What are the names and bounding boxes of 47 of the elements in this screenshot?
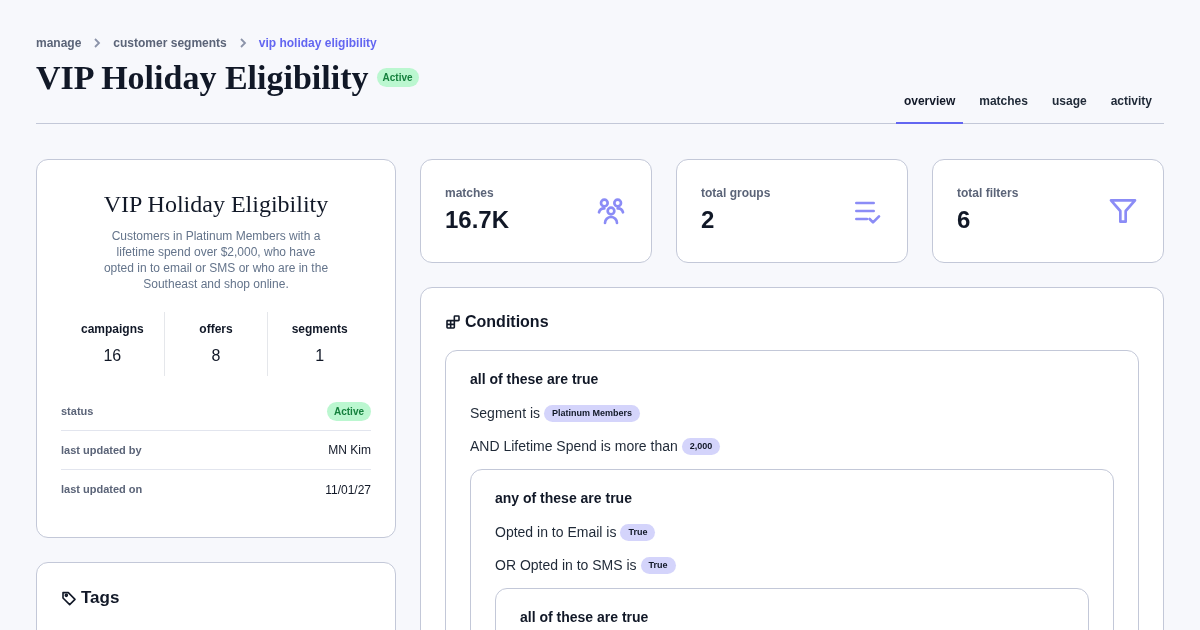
count-value: 8 [211,346,221,366]
detail-label: status [61,403,94,419]
chevron-icon [93,38,102,48]
stat-value: 6 [957,205,972,235]
card-title: VIP Holiday Eligibility [102,190,330,219]
status-badge: Active [327,401,371,421]
condition-text: AND Lifetime Spend is more than [470,437,678,456]
breadcrumb-link[interactable]: vip holiday eligibility [258,34,377,52]
description: Customers in Platinum Members with a lifetime spend over $2,000, who have opted in to email or SMS or who are in the Southeast and shop online. [102,228,330,292]
stat-label: total filters [957,185,1019,202]
breadcrumb-link[interactable]: customer segments [113,34,227,52]
page-title: VIP Holiday Eligibility [36,58,369,98]
chevron-icon [238,38,247,48]
section-title: Tags [81,587,120,609]
count-label: offers [199,321,233,338]
condition-text: OR Opted in to SMS is [495,556,637,575]
tab[interactable]: matches [971,92,1036,124]
detail-label: last updated on [61,482,143,498]
stat-value: 16.7K [445,205,510,235]
section-title: Conditions [465,312,549,332]
count-value: 1 [315,346,325,366]
tab[interactable]: activity [1102,92,1160,124]
detail-value: 11/01/27 [325,481,371,499]
value-badge: True [620,523,656,542]
stat-value: 2 [701,205,716,235]
group-heading: all of these are true [470,371,600,387]
count-value: 16 [103,346,122,366]
blocks-icon [445,314,461,330]
value-badge: True [640,556,676,575]
detail-label: last updated by [61,442,142,458]
detail-value: MN Kim [328,442,371,459]
count-label: campaigns [81,321,144,338]
value-badge: 2,000 [681,437,721,456]
count-label: segments [291,321,348,338]
breadcrumb-link[interactable]: manage [36,34,82,52]
condition-text: Segment is [470,404,541,423]
stat-label: total groups [701,185,771,202]
condition-text: Opted in to Email is [495,523,617,542]
users-icon [595,195,627,227]
tag-icon [61,589,77,606]
stat-label: matches [445,185,495,202]
tab[interactable]: usage [1043,92,1095,124]
tab[interactable]: overview [895,92,964,124]
group-heading: all of these are true [520,609,650,625]
status-badge: Active [376,68,419,87]
value-badge: Platinum Members [544,404,641,423]
group-heading: any of these are true [495,490,633,506]
